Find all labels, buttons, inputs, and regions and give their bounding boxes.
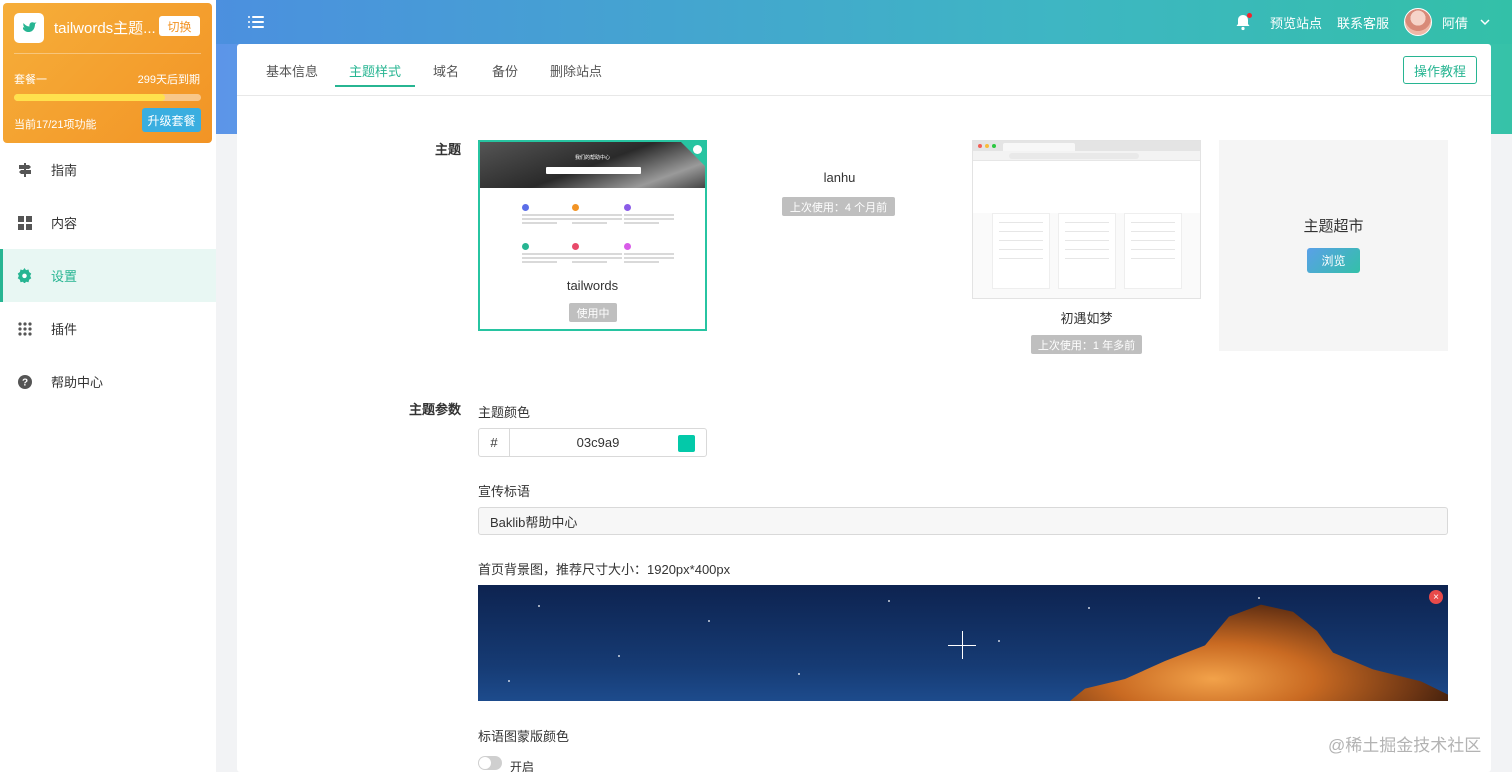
preview-cell (522, 204, 572, 226)
theme-color-label: 主题颜色 (478, 405, 531, 420)
plan-features: 当前17/21项功能 (14, 119, 97, 131)
browser-hero (973, 161, 1200, 213)
watermark: @稀土掘金技术社区 (1328, 736, 1482, 755)
theme-name: 初遇如梦 (1060, 311, 1113, 326)
color-value[interactable]: 03c9a9 (510, 429, 706, 456)
sidebar-item-settings[interactable]: 设置 (0, 249, 216, 302)
grid-icon (17, 215, 32, 230)
notification-dot (1246, 13, 1252, 18)
background-image-upload[interactable]: × (478, 585, 1448, 701)
apps-icon (17, 321, 32, 336)
color-swatch[interactable] (678, 435, 695, 452)
toggle-label: 开启 (510, 760, 535, 772)
theme-status-badge: 上次使用：1 年多前 (1031, 335, 1142, 354)
remove-image-icon[interactable]: × (1429, 590, 1443, 604)
browse-button[interactable]: 浏览 (1307, 248, 1360, 273)
settings-tabs: 基本信息 主题样式 域名 备份 删除站点 操作教程 (237, 44, 1491, 96)
tab-delete-site[interactable]: 删除站点 (550, 61, 602, 80)
tutorial-button[interactable]: 操作教程 (1403, 56, 1477, 84)
hash-prefix: # (479, 429, 510, 456)
contact-support-link[interactable]: 联系客服 (1337, 13, 1389, 32)
sidebar-item-label: 插件 (51, 322, 78, 337)
site-name: tailwords主题... (54, 20, 156, 37)
selected-corner (681, 142, 705, 166)
preview-cell (522, 243, 572, 265)
theme-market-card: 主题超市 浏览 (1219, 140, 1448, 351)
site-logo (14, 13, 44, 43)
plan-name: 套餐一 (14, 74, 47, 86)
plan-divider (14, 53, 201, 54)
browser-grid-cell (992, 213, 1050, 289)
preview-site-link[interactable]: 预览站点 (1270, 13, 1322, 32)
header-actions: 预览站点 联系客服 阿倩 (1234, 8, 1490, 36)
upgrade-plan-button[interactable]: 升级套餐 (142, 108, 201, 132)
theme-preview-search (546, 167, 641, 174)
plan-expire: 299天后到期 (137, 74, 200, 86)
help-icon: ? (17, 374, 32, 389)
tab-domain[interactable]: 域名 (433, 61, 459, 80)
theme-card-chuyurumeng[interactable] (972, 140, 1201, 299)
switch-site-button[interactable]: 切换 (159, 16, 200, 36)
tab-theme-style[interactable]: 主题样式 (349, 61, 401, 80)
browser-grid-cell (1058, 213, 1116, 289)
preview-cell (572, 243, 622, 265)
plan-card: tailwords主题... 切换 套餐一 299天后到期 当前17/21项功能… (3, 3, 212, 143)
top-bar: 预览站点 联系客服 阿倩 (0, 0, 1512, 44)
theme-preview-caption: 我们的帮助中心 (574, 155, 610, 161)
settings-card: 基本信息 主题样式 域名 备份 删除站点 操作教程 主题 我们的帮助中心 tai… (237, 44, 1491, 772)
sidebar-item-content[interactable]: 内容 (0, 196, 216, 249)
tab-backup[interactable]: 备份 (492, 61, 518, 80)
avatar[interactable] (1403, 8, 1432, 36)
plan-progress-bar (14, 94, 201, 101)
active-tab-indicator (335, 85, 415, 87)
bell-icon[interactable] (1234, 13, 1252, 31)
signpost-icon (17, 162, 32, 177)
sidebar-item-help[interactable]: ? 帮助中心 (0, 355, 216, 408)
theme-card-lanhu[interactable]: lanhu 上次使用：4 个月前 (725, 140, 954, 331)
theme-card-tailwords[interactable]: 我们的帮助中心 tailwords 使用中 (478, 140, 707, 331)
theme-params-label: 主题参数 (409, 402, 462, 417)
theme-preview-hero: 我们的帮助中心 (480, 142, 705, 188)
sidebar-item-label: 指南 (51, 163, 78, 178)
sidebar-item-label: 设置 (51, 269, 78, 284)
theme-market-title: 主题超市 (1303, 218, 1364, 235)
theme-label: 主题 (435, 142, 462, 157)
preview-cell (624, 243, 674, 265)
bird-icon (23, 22, 37, 33)
sidebar-item-plugins[interactable]: 插件 (0, 302, 216, 355)
menu-toggle-icon[interactable] (248, 14, 264, 30)
plan-progress-fill (14, 94, 166, 101)
svg-text:?: ? (21, 377, 27, 388)
preview-cell (572, 204, 622, 226)
browser-tabbar (973, 141, 1200, 151)
gear-icon (17, 268, 32, 283)
theme-status-badge: 使用中 (569, 303, 617, 322)
slogan-label: 宣传标语 (478, 484, 531, 499)
sidebar: tailwords主题... 切换 套餐一 299天后到期 当前17/21项功能… (0, 0, 216, 772)
browser-grid-cell (1124, 213, 1182, 289)
theme-status-badge: 上次使用：4 个月前 (782, 197, 895, 216)
sidebar-item-guide[interactable]: 指南 (0, 143, 216, 196)
sidebar-item-label: 帮助中心 (51, 375, 104, 390)
overlay-color-label: 标语图蒙版颜色 (478, 729, 570, 744)
rock-formation (1053, 604, 1448, 701)
user-name[interactable]: 阿倩 (1442, 13, 1468, 32)
overlay-toggle[interactable] (478, 756, 502, 770)
browser-address-bar (973, 151, 1200, 161)
chevron-down-icon[interactable] (1480, 17, 1490, 27)
slogan-input[interactable]: Baklib帮助中心 (478, 507, 1448, 535)
background-image-label: 首页背景图，推荐尺寸大小：1920px*400px (478, 562, 731, 577)
tab-basic-info[interactable]: 基本信息 (266, 61, 318, 80)
theme-name: tailwords (566, 278, 619, 293)
preview-cell (624, 204, 674, 226)
sidebar-item-label: 内容 (51, 216, 78, 231)
theme-color-input[interactable]: # 03c9a9 (478, 428, 707, 457)
check-icon (693, 145, 702, 154)
sidebar-nav: 指南 内容 设置 插件 ? 帮助中心 (0, 143, 216, 408)
plus-icon-vertical (962, 631, 963, 659)
theme-name: lanhu (823, 170, 856, 185)
